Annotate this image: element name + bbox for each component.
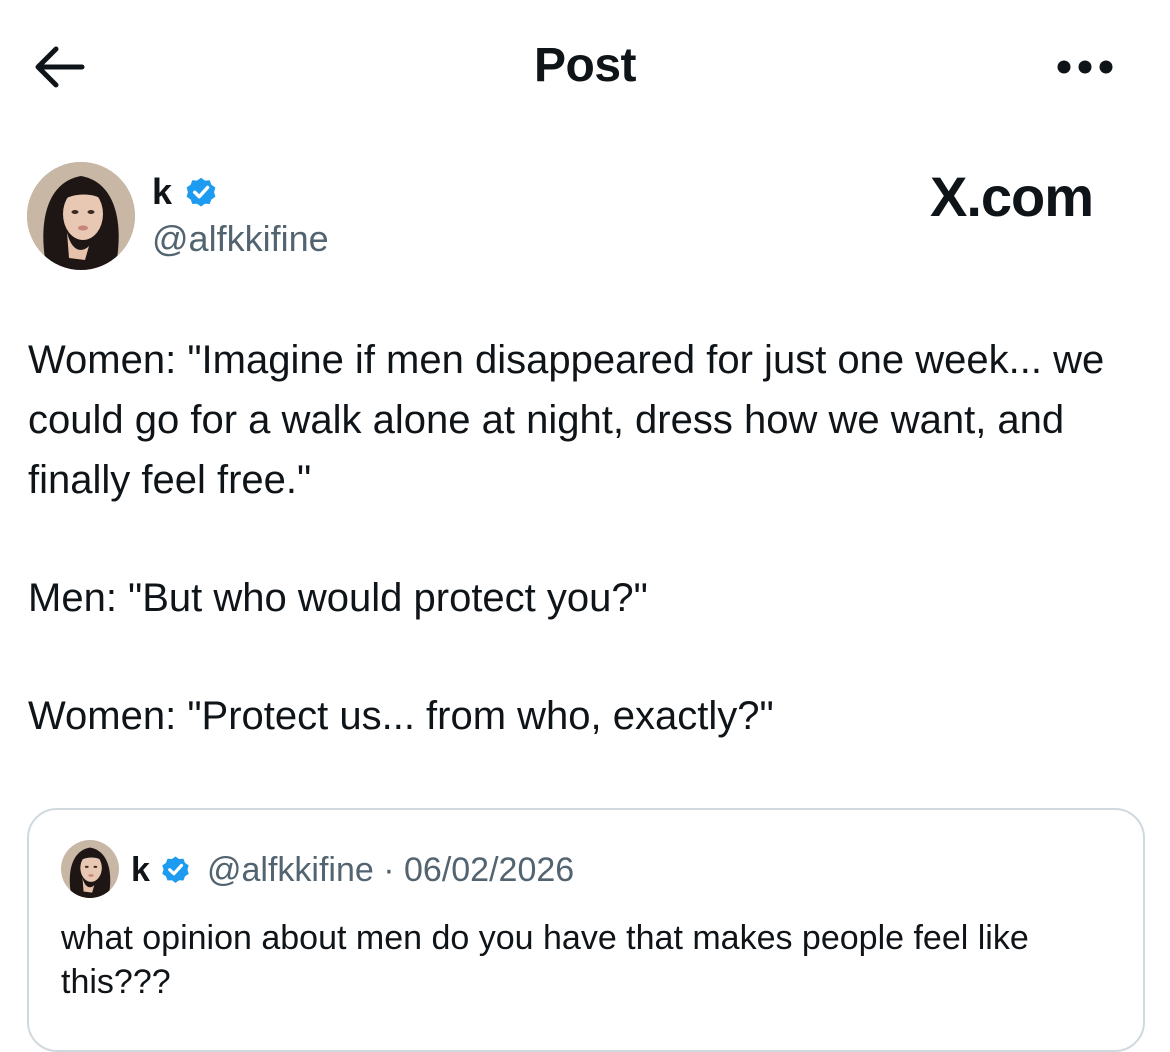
author-handle[interactable]: @alfkkifine <box>152 217 329 261</box>
profile-photo <box>27 162 135 270</box>
author-avatar[interactable] <box>27 162 135 270</box>
x-com-watermark: X.com <box>930 165 1094 228</box>
quoted-verified-badge <box>159 853 192 886</box>
quoted-author-display-name: k <box>131 851 150 889</box>
quoted-tweet-text: what opinion about men do you have that … <box>61 919 1029 1001</box>
tweet-paragraph: Women: "Protect us... from who, exactly?… <box>28 694 774 738</box>
tweet-paragraph: Women: "Imagine if men disappeared for j… <box>28 338 1116 502</box>
page-title: Post <box>533 39 637 92</box>
verified-icon <box>186 177 216 207</box>
quoted-author-avatar <box>61 840 119 898</box>
more-options-button[interactable] <box>1050 52 1120 82</box>
quoted-tweet-card[interactable]: k @alfkkifine · 06/02/2026 what opinion … <box>27 808 1145 1052</box>
profile-photo <box>61 840 119 898</box>
quoted-handle-and-date: @alfkkifine · 06/02/2026 <box>207 851 575 889</box>
author-display-name[interactable]: k <box>152 170 172 214</box>
verified-icon <box>162 856 189 883</box>
verified-badge <box>183 174 219 210</box>
tweet-text: Women: "Imagine if men disappeared for j… <box>28 330 1148 746</box>
tweet-paragraph: Men: "But who would protect you?" <box>28 576 648 620</box>
more-horizontal-icon <box>1057 60 1113 74</box>
top-bar: Post <box>0 0 1170 135</box>
